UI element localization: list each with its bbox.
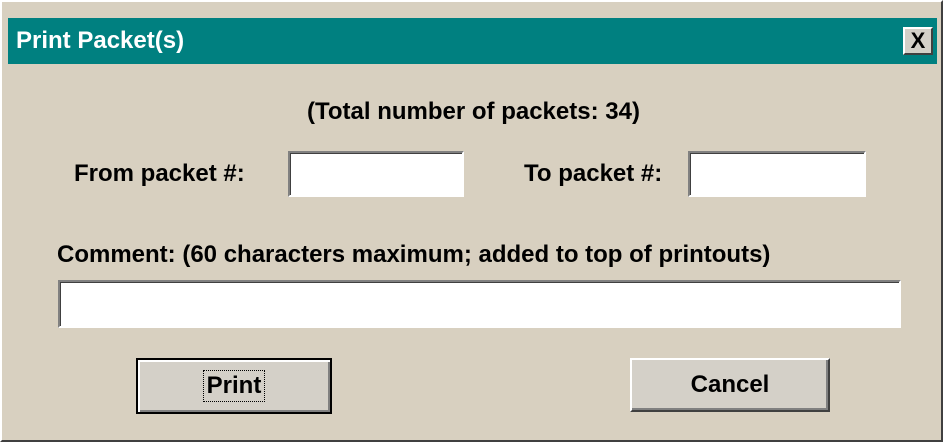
- close-icon: X: [910, 28, 926, 53]
- from-packet-label: From packet #:: [74, 160, 245, 187]
- title-bar[interactable]: Print Packet(s) X: [8, 18, 937, 64]
- print-button-label: Print: [202, 370, 266, 402]
- dialog-title: Print Packet(s): [16, 27, 185, 54]
- comment-input[interactable]: [58, 280, 901, 328]
- print-packets-dialog: Print Packet(s) X (Total number of packe…: [0, 0, 943, 442]
- cancel-button[interactable]: Cancel: [630, 358, 830, 412]
- to-packet-input[interactable]: [688, 151, 866, 197]
- cancel-button-label: Cancel: [690, 371, 770, 398]
- print-button[interactable]: Print: [136, 358, 332, 414]
- from-packet-input[interactable]: [288, 151, 464, 197]
- comment-label: Comment: (60 characters maximum; added t…: [57, 241, 771, 268]
- close-button[interactable]: X: [903, 27, 933, 55]
- to-packet-label: To packet #:: [524, 160, 663, 187]
- total-packets-text: (Total number of packets: 34): [307, 98, 640, 125]
